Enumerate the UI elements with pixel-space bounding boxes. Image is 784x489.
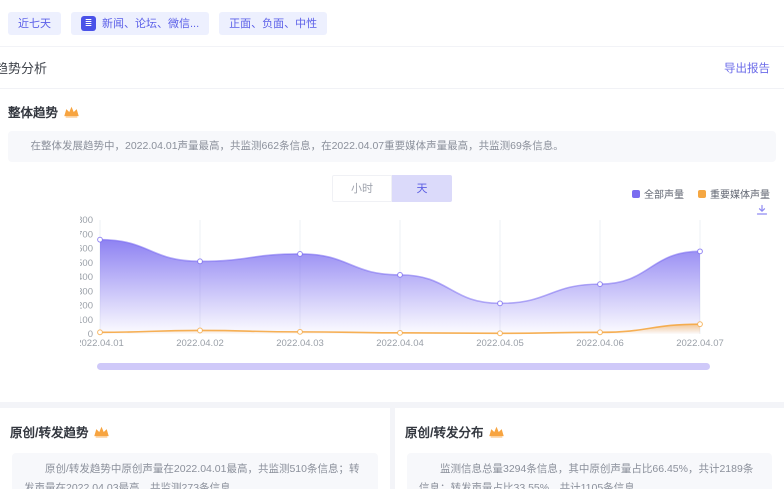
trend-chart: 2022.04.01 2022.04.02 2022.04.03 2022.04.04…	[80, 200, 784, 350]
filter-bar: 近七天 ≣ 新闻、论坛、微信... 正面、负面、中性	[0, 0, 784, 46]
origin-repost-dist-summary: 监测信息总量3294条信息，其中原创声量占比66.45%，共计2189条信息；转…	[407, 453, 772, 489]
svg-text:0: 0	[88, 329, 93, 340]
legend-label-media: 重要媒体声量	[710, 186, 770, 201]
chip-media-types-label: 新闻、论坛、微信...	[102, 15, 199, 31]
svg-text:200: 200	[80, 301, 93, 312]
svg-text:400: 400	[80, 272, 93, 283]
overall-trend-title: 整体趋势	[8, 102, 58, 121]
svg-text:100: 100	[80, 315, 93, 326]
card-origin-repost-trend: 原创/转发趋势 原创/转发趋势中原创声量在2022.04.01最高，共监测510…	[0, 408, 390, 489]
legend-swatch-total	[632, 190, 640, 198]
svg-text:2022.04.02: 2022.04.02	[176, 338, 224, 349]
legend-swatch-media	[698, 190, 706, 198]
toggle-hour[interactable]: 小时	[332, 175, 392, 202]
card-origin-repost-distribution: 原创/转发分布 监测信息总量3294条信息，其中原创声量占比66.45%，共计2…	[395, 408, 784, 489]
svg-text:2022.04.04: 2022.04.04	[376, 338, 424, 349]
svg-text:2022.04.07: 2022.04.07	[676, 338, 724, 349]
chart-scrollbar[interactable]	[97, 363, 710, 370]
chip-date-range-label: 近七天	[18, 15, 51, 31]
origin-repost-trend-summary: 原创/转发趋势中原创声量在2022.04.01最高，共监测510条信息；转发声量…	[12, 453, 378, 489]
legend-item-total[interactable]: 全部声量	[632, 186, 684, 201]
svg-text:300: 300	[80, 286, 93, 297]
svg-text:700: 700	[80, 229, 93, 240]
origin-repost-dist-title: 原创/转发分布	[405, 422, 483, 441]
svg-text:800: 800	[80, 215, 93, 226]
overall-trend-summary: 在整体发展趋势中，2022.04.01声量最高，共监测662条信息，在2022.…	[8, 131, 776, 162]
trend-analysis-card: 趋势分析 导出报告 整体趋势 在整体发展趋势中，2022.04.01声量最高，共…	[0, 46, 784, 402]
section-title: 趋势分析	[0, 58, 47, 77]
crown-icon	[64, 106, 79, 118]
legend-item-media[interactable]: 重要媒体声量	[698, 186, 770, 201]
svg-text:500: 500	[80, 258, 93, 269]
svg-text:2022.04.05: 2022.04.05	[476, 338, 524, 349]
chart-legend: 全部声量 重要媒体声量	[632, 186, 770, 201]
svg-text:2022.04.03: 2022.04.03	[276, 338, 324, 349]
export-report-link[interactable]: 导出报告	[724, 60, 770, 76]
origin-repost-trend-header: 原创/转发趋势	[10, 422, 380, 441]
media-icon: ≣	[81, 16, 96, 31]
crown-icon	[94, 426, 109, 438]
crown-icon	[489, 426, 504, 438]
origin-repost-dist-header: 原创/转发分布	[405, 422, 774, 441]
svg-text:600: 600	[80, 244, 93, 255]
chip-sentiment[interactable]: 正面、负面、中性	[219, 12, 327, 35]
bottom-cards-row: 原创/转发趋势 原创/转发趋势中原创声量在2022.04.01最高，共监测510…	[0, 408, 784, 489]
chip-date-range[interactable]: 近七天	[8, 12, 61, 35]
toggle-day[interactable]: 天	[392, 175, 452, 202]
origin-repost-trend-title: 原创/转发趋势	[10, 422, 88, 441]
chip-media-types[interactable]: ≣ 新闻、论坛、微信...	[71, 12, 209, 35]
section-header: 趋势分析 导出报告	[0, 47, 784, 89]
legend-label-total: 全部声量	[644, 186, 684, 201]
overall-trend-header: 整体趋势	[8, 102, 784, 121]
trend-chart-area[interactable]: 2022.04.01 2022.04.02 2022.04.03 2022.04.04…	[80, 200, 784, 350]
svg-text:2022.04.01: 2022.04.01	[80, 338, 124, 349]
svg-text:2022.04.06: 2022.04.06	[576, 338, 624, 349]
chip-sentiment-label: 正面、负面、中性	[229, 15, 317, 31]
